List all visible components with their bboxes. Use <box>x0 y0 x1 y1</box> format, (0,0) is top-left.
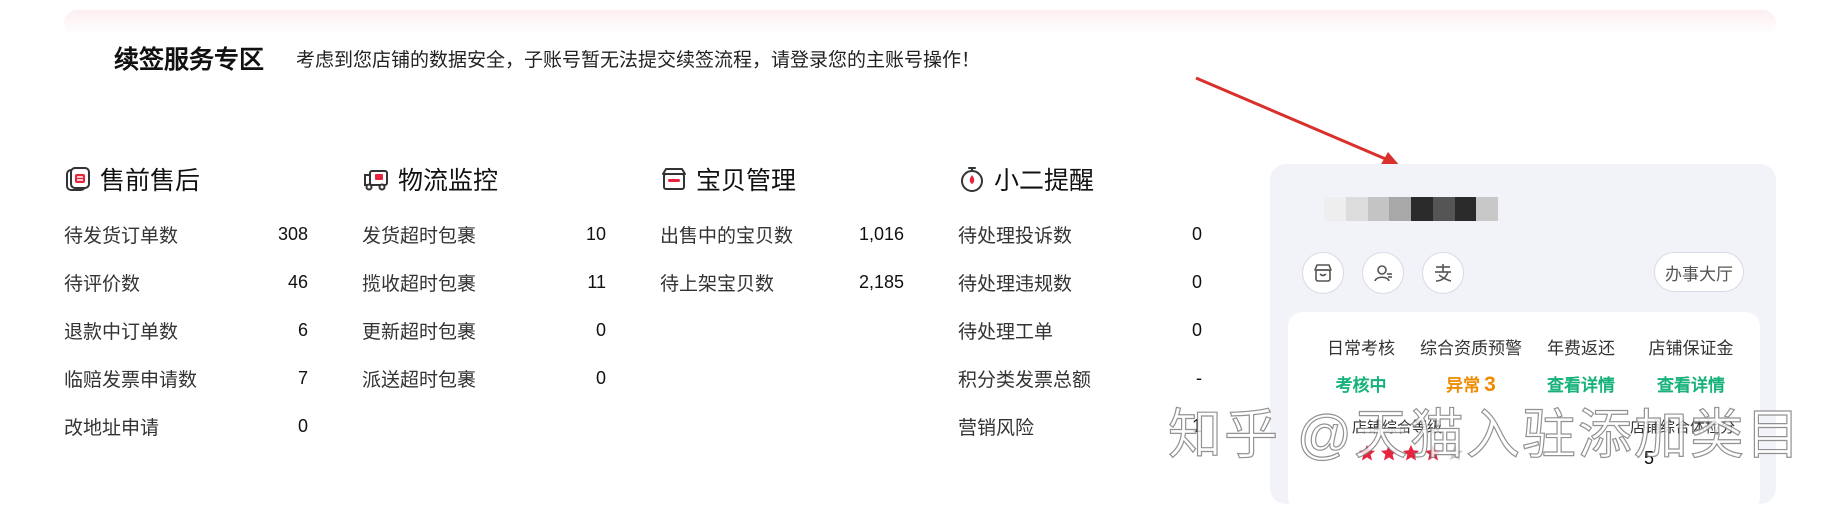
stat-label: 待评价数 <box>64 273 141 295</box>
stat-row[interactable]: 发货超时包裹 10 <box>362 210 606 258</box>
stat-label: 改地址申请 <box>64 417 160 439</box>
section-presale-aftersale: 售前售后 待发货订单数 308 待评价数 46 退款中订单数 6 临赔发票申请数 7 改… <box>64 162 308 450</box>
stat-value[interactable]: 0 <box>596 368 606 389</box>
stat-row[interactable]: 待发货订单数 308 <box>64 210 308 258</box>
stat-label: 待处理工单 <box>958 321 1054 343</box>
stat-label: 待发货订单数 <box>64 225 179 247</box>
stat-label: 待上架宝贝数 <box>660 273 775 295</box>
section-title: 宝贝管理 <box>696 167 797 195</box>
store-icon <box>662 168 686 190</box>
stat-value[interactable]: 2,185 <box>859 272 904 293</box>
service-hall-button[interactable]: 办事大厅 <box>1654 252 1744 292</box>
section-product-management: 宝贝管理 出售中的宝贝数 1,016 待上架宝贝数 2,185 <box>660 162 904 306</box>
section-title: 小二提醒 <box>994 167 1095 195</box>
account-button[interactable] <box>1362 252 1404 294</box>
stat-label: 更新超时包裹 <box>362 321 477 343</box>
stat-label: 揽收超时包裹 <box>362 273 477 295</box>
annual-fee-refund-stat: 年费返还 查看详情 <box>1522 334 1640 396</box>
stat-value[interactable]: 0 <box>298 416 308 437</box>
section-staff-reminders: 小二提醒 待处理投诉数 0 待处理违规数 0 待处理工单 0 积分类发票总额 - 营销风… <box>958 162 1202 450</box>
stat-value[interactable]: 10 <box>586 224 606 245</box>
stopwatch-icon <box>961 167 983 192</box>
stat-label: 年费返还 <box>1547 339 1615 358</box>
stat-value[interactable]: 0 <box>1192 224 1202 245</box>
stat-row[interactable]: 派送超时包裹 0 <box>362 354 606 402</box>
stat-value[interactable]: 0 <box>596 320 606 341</box>
stat-label: 日常考核 <box>1327 339 1395 358</box>
stat-label: 店铺保证金 <box>1648 339 1734 358</box>
shop-icon <box>1314 264 1332 282</box>
stat-row[interactable]: 待上架宝贝数 2,185 <box>660 258 904 306</box>
stat-label: 退款中订单数 <box>64 321 179 343</box>
stat-value[interactable]: 308 <box>278 224 308 245</box>
stat-label: 出售中的宝贝数 <box>660 225 794 247</box>
stat-label: 发货超时包裹 <box>362 225 477 247</box>
alipay-button[interactable] <box>1422 252 1464 294</box>
section-title: 售前售后 <box>100 167 201 195</box>
stat-row[interactable]: 改地址申请 0 <box>64 402 308 450</box>
watermark-text: 知乎 @天猫入驻添加类目 <box>1167 404 1802 465</box>
alipay-icon <box>1435 264 1452 282</box>
stat-row[interactable]: 出售中的宝贝数 1,016 <box>660 210 904 258</box>
stat-row[interactable]: 待处理违规数 0 <box>958 258 1202 306</box>
daily-assessment-stat: 日常考核 考核中 <box>1302 334 1420 396</box>
store-deposit-stat: 店铺保证金 查看详情 <box>1632 334 1750 396</box>
service-doc-icon <box>66 167 90 191</box>
stat-value[interactable]: 46 <box>288 272 308 293</box>
stat-value[interactable]: 0 <box>1192 272 1202 293</box>
stat-row[interactable]: 临赔发票申请数 7 <box>64 354 308 402</box>
stat-row[interactable]: 待处理工单 0 <box>958 306 1202 354</box>
stat-row[interactable]: 退款中订单数 6 <box>64 306 308 354</box>
stat-label: 派送超时包裹 <box>362 369 477 391</box>
stat-row[interactable]: 揽收超时包裹 11 <box>362 258 606 306</box>
redacted-shop-name <box>1324 197 1498 221</box>
stat-label: 营销风险 <box>958 417 1035 439</box>
stat-label: 待处理违规数 <box>958 273 1073 295</box>
stat-value[interactable]: - <box>1196 368 1202 389</box>
stat-value[interactable]: 1,016 <box>859 224 904 245</box>
stat-row[interactable]: 待评价数 46 <box>64 258 308 306</box>
delivery-truck-icon <box>364 170 388 191</box>
stat-row[interactable]: 营销风险 1 <box>958 402 1202 450</box>
section-logistics-monitor: 物流监控 发货超时包裹 10 揽收超时包裹 11 更新超时包裹 0 派送超时包裹 0 <box>362 162 606 402</box>
shop-home-button[interactable] <box>1302 252 1344 294</box>
section-title: 物流监控 <box>398 167 499 195</box>
qualification-warning-stat: 综合资质预警 异常 3 <box>1412 334 1530 397</box>
stat-value[interactable]: 0 <box>1192 320 1202 341</box>
stat-label: 积分类发票总额 <box>958 369 1092 391</box>
stat-row[interactable]: 积分类发票总额 - <box>958 354 1202 402</box>
stat-value[interactable]: 7 <box>298 368 308 389</box>
stat-label: 待处理投诉数 <box>958 225 1073 247</box>
stat-value[interactable]: 11 <box>587 272 606 293</box>
user-icon <box>1374 265 1392 282</box>
stat-row[interactable]: 更新超时包裹 0 <box>362 306 606 354</box>
stat-label: 综合资质预警 <box>1420 339 1522 358</box>
stat-label: 临赔发票申请数 <box>64 369 198 391</box>
stat-row[interactable]: 待处理投诉数 0 <box>958 210 1202 258</box>
stat-value[interactable]: 6 <box>298 320 308 341</box>
